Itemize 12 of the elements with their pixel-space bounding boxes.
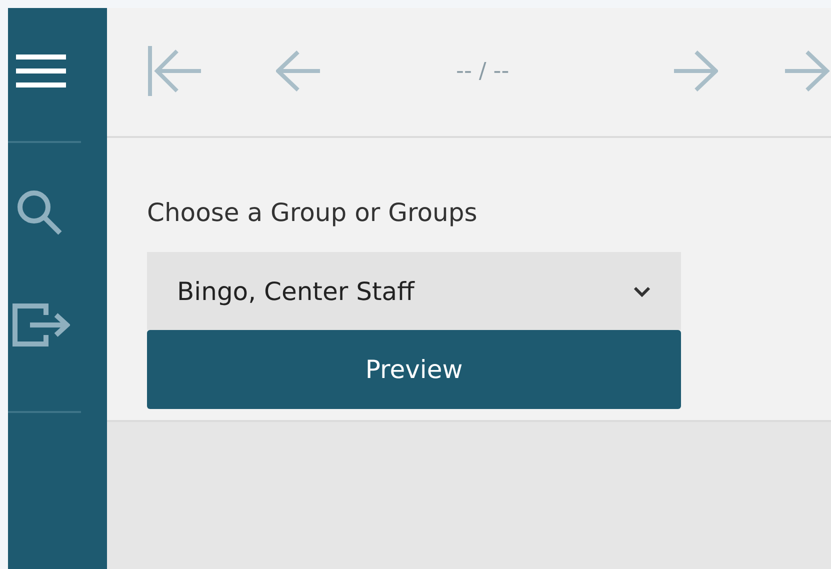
menu-icon[interactable]	[16, 54, 66, 88]
group-select[interactable]: Bingo, Center Staff	[147, 252, 681, 330]
field-label: Choose a Group or Groups	[147, 198, 478, 229]
logout-icon[interactable]	[12, 303, 70, 347]
last-page-icon[interactable]	[785, 50, 831, 92]
first-page-icon[interactable]	[147, 46, 201, 96]
search-icon[interactable]	[16, 189, 62, 235]
right-arrow-icon[interactable]	[674, 50, 718, 92]
page-indicator: -- / --	[456, 58, 510, 84]
preview-button[interactable]: Preview	[147, 330, 681, 409]
chevron-down-icon	[633, 286, 651, 296]
left-arrow-icon[interactable]	[276, 50, 320, 92]
